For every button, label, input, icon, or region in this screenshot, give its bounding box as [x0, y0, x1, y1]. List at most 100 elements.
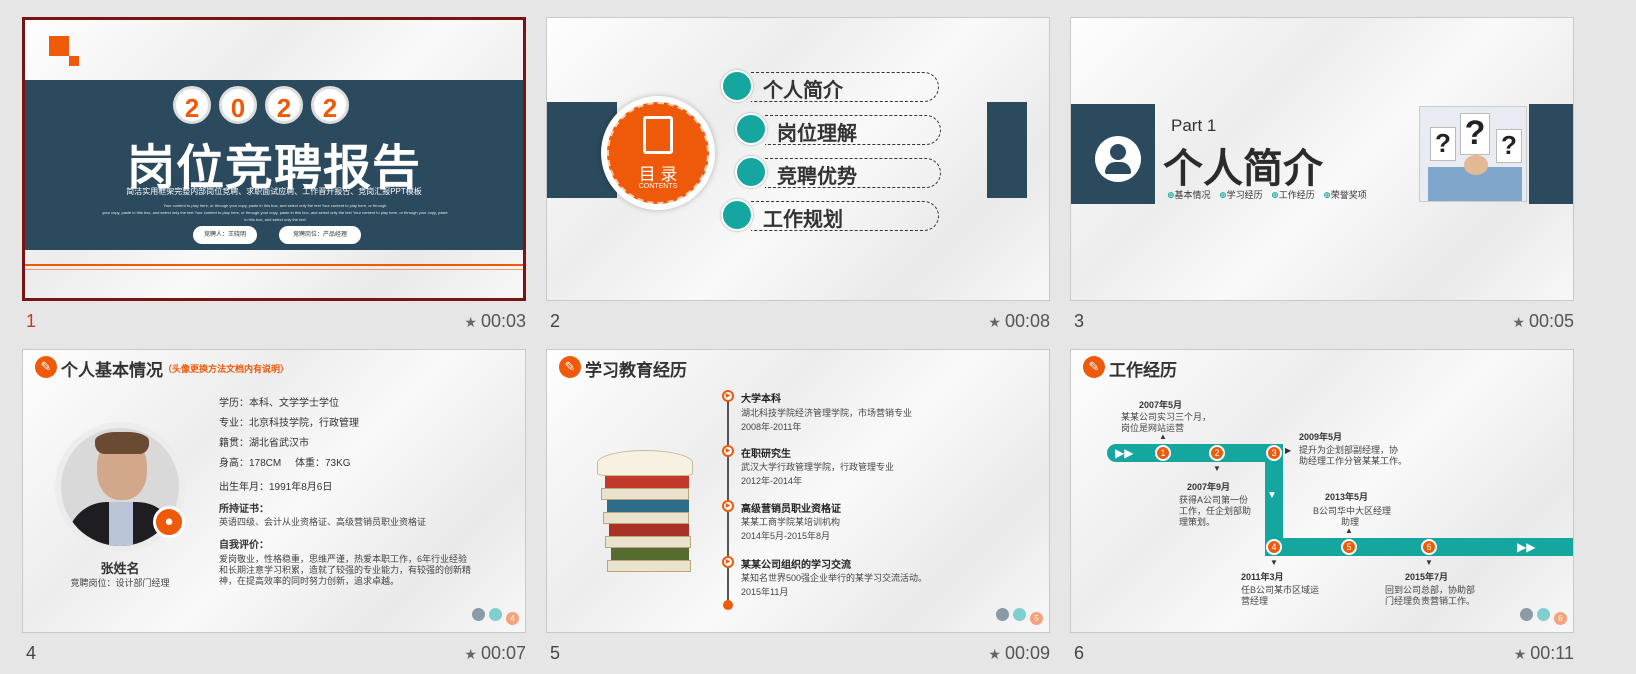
event-date: 2015年7月 — [1405, 572, 1449, 582]
entry-desc: 某某工商学院某培训机构 — [741, 517, 841, 527]
fast-forward-icon: ▶▶ — [1517, 540, 1536, 554]
tag: 荣誉奖项 — [1330, 190, 1367, 200]
slide-1-canvas: 2 0 2 2 岗位竞聘报告 简洁实用框架完整内部岗位竞聘、求职面试应聘、工作晋… — [22, 17, 526, 301]
page-dots: 5 — [992, 608, 1043, 626]
menu-item-3[interactable]: 竞聘优势 — [735, 156, 943, 190]
slide-number: 1 — [26, 311, 37, 331]
play-icon: ▶ — [722, 500, 734, 512]
star-icon: ★ — [1513, 646, 1527, 662]
person-icon — [721, 70, 753, 102]
entry-date: 2008年-2011年 — [741, 422, 802, 432]
timeline-end-dot — [723, 600, 733, 610]
marker-up: ▲ — [1345, 526, 1353, 535]
timing-value: 00:08 — [1004, 311, 1050, 331]
menu-label: 工作规划 — [763, 209, 843, 231]
orange-rule-1 — [25, 264, 523, 266]
entry-title: 某某公司组织的学习交流 — [741, 560, 851, 571]
fast-forward-icon: ▶▶ — [1115, 446, 1134, 460]
entry-desc: 某知名世界500强企业举行的某学习交流活动。 — [741, 573, 928, 583]
event-text: 门经理负责营销工作。 — [1385, 596, 1476, 606]
slide-timing: ★ 00:07 — [464, 643, 526, 664]
entry-date: 2012年-2014年 — [741, 476, 803, 486]
menu-item-2[interactable]: 岗位理解 — [735, 113, 943, 147]
marker-down: ▼ — [1425, 558, 1433, 567]
slide-6-canvas: ✎ 工作经历 ▶▶ ▶▶ ▼ 1 2 3 4 5 6 2007年5月 某某公司实… — [1070, 349, 1574, 633]
play-icon: ▶ — [722, 556, 734, 568]
page-dots: 4 — [468, 608, 519, 626]
slide-timing: ★ 00:09 — [988, 643, 1050, 664]
slide-3-canvas: Part 1 个人简介 ⊕基本情况 ⊕学习经历 ⊕工作经历 ⊕荣誉奖项 ? ? … — [1070, 17, 1574, 301]
menu-item-4[interactable]: 工作规划 — [721, 199, 941, 233]
origin-line: 籍贯：湖北省武汉市 — [219, 438, 309, 449]
year-digit: 2 — [173, 86, 211, 124]
orange-rule-2 — [25, 269, 523, 270]
play-icon: ▶ — [722, 445, 734, 457]
step-5: 5 — [1341, 539, 1357, 555]
step-6: 6 — [1421, 539, 1437, 555]
slide-timing: ★ 00:11 — [1514, 643, 1574, 664]
entry-date: 2014年5月-2015年8月 — [741, 531, 831, 541]
eval-line: 神，在提高效率的同时努力创新，追求卓越。 — [219, 576, 400, 586]
timing-value: 00:05 — [1528, 311, 1574, 331]
tag: 工作经历 — [1278, 190, 1315, 200]
slide-1-body-2: your copy, paste in this box, and select… — [102, 210, 448, 215]
birth-line: 出生年月：1991年8月6日 — [219, 482, 333, 493]
slide-4-canvas: ✎ 个人基本情况 （头像更换方法文档内有说明） ● 张姓名 竞聘岗位：设计部门经… — [22, 349, 526, 633]
eval-label: 自我评价： — [219, 540, 269, 551]
logo-square-small — [69, 56, 79, 66]
event-text: 助经理工作分管某某工作。 — [1299, 456, 1408, 466]
year-digit: 2 — [311, 86, 349, 124]
event-text: 岗位是网站运营 — [1121, 423, 1185, 433]
timing-value: 00:07 — [480, 643, 526, 663]
slide-4-header: 个人基本情况 — [61, 361, 163, 380]
marker-right: ▶ — [1285, 446, 1292, 455]
question-marks-photo: ? ? ? — [1419, 106, 1527, 202]
slide-number: 4 — [26, 643, 37, 663]
major-line: 专业：北京科技学院，行政管理 — [219, 418, 359, 429]
entry-title: 在职研究生 — [741, 449, 791, 460]
person-name: 张姓名 — [100, 561, 140, 576]
step-1: 1 — [1155, 445, 1171, 461]
slide-3-title: 个人简介 — [1163, 147, 1323, 191]
pencil-icon: ✎ — [35, 356, 57, 378]
slide-timing: ★ 00:05 — [1512, 311, 1574, 332]
slide-5-header: 学习教育经历 — [585, 361, 687, 380]
event-text: 理策划。 — [1179, 517, 1216, 527]
microphone-icon: ● — [153, 506, 185, 538]
menu-item-1[interactable]: 个人简介 — [721, 70, 941, 104]
slide-timing: ★ 00:08 — [988, 311, 1050, 332]
logo-square-big — [49, 36, 69, 56]
step-3: 3 — [1266, 445, 1282, 461]
year-digit: 0 — [219, 86, 257, 124]
page-badge: 4 — [506, 612, 519, 625]
star-icon: ★ — [988, 314, 1001, 330]
slide-2-canvas: 目 录 CONTENTS 个人简介 岗位理解 竞聘优势 工作规划 — [546, 17, 1050, 301]
step-2: 2 — [1209, 445, 1225, 461]
event-text: 营经理 — [1241, 596, 1269, 606]
pencil-icon: ✎ — [559, 356, 581, 378]
height-line: 身高：178CM — [219, 458, 282, 469]
clipboard-check-icon — [735, 156, 767, 188]
page-dots: 6 — [1516, 608, 1567, 626]
slide-number: 3 — [1074, 311, 1085, 331]
cert-label: 所持证书： — [219, 504, 269, 515]
tag: 学习经历 — [1226, 190, 1263, 200]
right-band — [1529, 104, 1573, 204]
slide-6-header: 工作经历 — [1109, 361, 1177, 380]
page-badge: 5 — [1030, 612, 1043, 625]
star-icon: ★ — [464, 646, 477, 662]
marker-down: ▼ — [1270, 558, 1278, 567]
page-badge: 6 — [1554, 612, 1567, 625]
year-digit: 2 — [265, 86, 303, 124]
slide-number: 2 — [550, 311, 561, 331]
event-date: 2007年9月 — [1187, 482, 1231, 492]
contents-sub: CONTENTS — [638, 183, 678, 190]
pencil-icon: ✎ — [1083, 356, 1105, 378]
down-arrow-icon: ▼ — [1267, 490, 1277, 501]
entry-date: 2015年11月 — [741, 587, 789, 597]
lightbulb-icon — [735, 113, 767, 145]
entry-title: 高级营销员职业资格证 — [741, 504, 841, 515]
person-icon — [1095, 136, 1141, 182]
slide-1-subtitle: 简洁实用框架完整内部岗位竞聘、求职面试应聘、工作晋升报告、竞岗汇报PPT模板 — [126, 187, 422, 196]
slide-1-body-3: in this box, and select only the text — [244, 217, 306, 222]
